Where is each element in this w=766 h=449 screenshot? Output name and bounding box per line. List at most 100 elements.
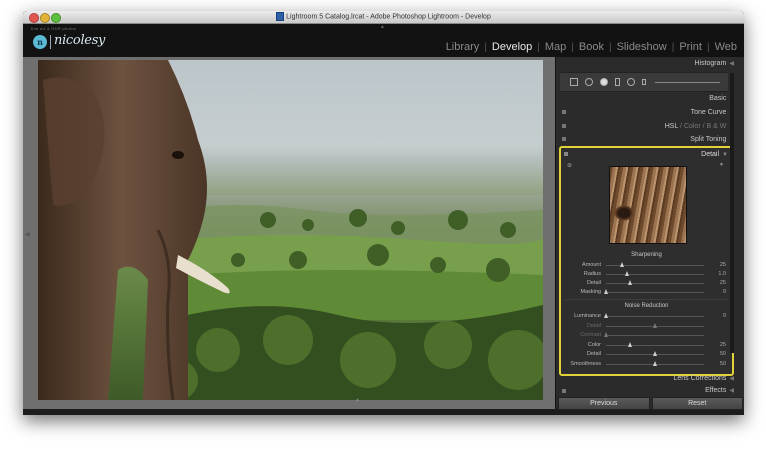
sharpening-slider-thumb[interactable] [628, 280, 632, 285]
adjustment-brush-tool-icon[interactable] [642, 79, 646, 85]
noise_reduction-slider-track[interactable] [606, 316, 704, 317]
sharpening-slider-label: Radius [583, 271, 601, 277]
sharpening-slider-label: Masking [580, 289, 601, 295]
crop-tool-icon[interactable] [570, 78, 578, 86]
module-separator: | [706, 41, 710, 53]
image-work-area [23, 57, 555, 409]
noise_reduction-slider-thumb[interactable] [603, 313, 608, 318]
sharpening-slider-track[interactable] [606, 292, 704, 293]
noise_reduction-slider-track[interactable] [606, 335, 704, 336]
collapse-triangle-icon: ◀ [729, 61, 734, 67]
module-develop[interactable]: Develop [491, 41, 533, 53]
noise_reduction-slider-label: Contrast [580, 332, 601, 338]
noise_reduction-slider-thumb[interactable] [628, 341, 632, 347]
top-panel-toggle-icon[interactable]: ▲ [380, 24, 385, 30]
detail-panel-header[interactable]: Detail ▼ [561, 149, 732, 160]
sharpening-slider-track[interactable] [606, 274, 704, 275]
module-library[interactable]: Library [445, 41, 481, 53]
sharpening-slider-value[interactable]: 0 [723, 288, 726, 296]
sharpening-slider-label: Amount [582, 262, 601, 268]
left-panel-toggle-icon[interactable]: ◀ [25, 231, 30, 238]
noise_reduction-slider-label: Detail [586, 351, 601, 357]
identity-divider [50, 35, 51, 49]
detail-label: Detail [701, 151, 720, 158]
expand-triangle-icon: ▼ [722, 152, 728, 158]
noise_reduction-slider-track[interactable] [606, 344, 704, 346]
noise_reduction-slider-value[interactable]: 50 [720, 350, 726, 358]
panel-switch-icon[interactable] [564, 152, 568, 156]
filmstrip-toggle-icon[interactable]: ▲ [355, 397, 360, 403]
sharpening-slider-track[interactable] [606, 283, 704, 284]
module-separator: | [571, 41, 574, 53]
sharpening-slider-label: Detail [586, 280, 601, 286]
panel-switch-icon[interactable] [562, 124, 566, 128]
tone-curve-panel-header[interactable]: Tone Curve◀ [558, 107, 734, 119]
module-web[interactable]: Web [714, 41, 738, 53]
previous-button[interactable]: Previous [558, 397, 650, 410]
noise_reduction-slider-thumb[interactable] [652, 351, 657, 356]
noise_reduction-slider-thumb[interactable] [603, 332, 608, 337]
noise_reduction-slider-thumb[interactable] [652, 322, 657, 328]
sharpening-slider-row: Detail 25 [561, 279, 732, 287]
sharpening-slider-value[interactable]: 25 [720, 261, 726, 269]
histogram-panel-header[interactable]: Histogram ◀ [558, 58, 734, 70]
sharpening-slider-thumb[interactable] [625, 271, 630, 276]
hsl-tab[interactable]: HSL [665, 123, 678, 130]
panel-switch-icon[interactable] [562, 137, 566, 141]
tone-curve-label: Tone Curve [690, 109, 727, 116]
tool-strip [560, 72, 728, 92]
noise_reduction-slider-row: Detail 50 [561, 350, 732, 358]
noise_reduction-slider-value[interactable]: 25 [720, 341, 726, 349]
module-book[interactable]: Book [578, 41, 605, 53]
histogram-label: Histogram [694, 60, 727, 67]
module-separator: | [671, 41, 675, 53]
sharpening-slider-thumb[interactable] [603, 289, 608, 294]
lens-corrections-panel-header[interactable]: Lens Corrections ◀ [558, 374, 734, 384]
noise_reduction-slider-value[interactable]: 0 [723, 312, 726, 320]
panel-switch-icon[interactable] [562, 110, 566, 114]
identity-tagline: fine art & HDR photos [31, 26, 77, 31]
module-separator: | [537, 41, 540, 53]
collapse-triangle-icon: ◀ [729, 376, 734, 382]
sharpening-slider-value[interactable]: 25 [720, 279, 726, 287]
split-toning-panel-header[interactable]: Split Toning◀ [558, 134, 734, 146]
radial-filter-tool-icon[interactable] [627, 78, 635, 86]
hsl-separator: / [680, 123, 682, 130]
red-eye-tool-icon[interactable] [600, 78, 608, 86]
spot-removal-tool-icon[interactable] [585, 78, 593, 86]
module-print[interactable]: Print [678, 41, 703, 53]
hsl-panel-header[interactable]: HSL / Color / B & W◀ [558, 121, 734, 133]
noise_reduction-slider-row: Smoothness 50 [561, 360, 732, 368]
target-preview-icon[interactable]: ⊕ [567, 162, 572, 169]
basic-label: Basic [709, 95, 727, 102]
reset-button[interactable]: Reset [651, 397, 743, 410]
sharpening-slider-row: Amount 25 [561, 261, 732, 269]
color-tab[interactable]: Color [684, 123, 701, 130]
noise_reduction-slider-value[interactable]: 50 [720, 360, 726, 368]
noise_reduction-slider-thumb[interactable] [652, 360, 657, 366]
lens-corrections-label: Lens Corrections [673, 375, 727, 382]
module-map[interactable]: Map [544, 41, 567, 53]
photo-elephant-landscape[interactable] [38, 60, 543, 400]
panel-switch-icon[interactable] [562, 389, 566, 393]
basic-panel-header[interactable]: Basic◀ [558, 93, 734, 105]
module-slideshow[interactable]: Slideshow [616, 41, 668, 53]
sharpening-slider-row: Masking 0 [561, 288, 732, 296]
noise_reduction-slider-label: Smoothness [570, 360, 601, 367]
split-toning-label: Split Toning [690, 136, 727, 143]
panel-scrollbar[interactable] [730, 73, 734, 353]
detail-panel: Detail ▼ ⊕ ▼ Sharpening Amount 25 Radius 1.0… [559, 146, 734, 376]
noise_reduction-slider-row: Contrast [561, 331, 732, 339]
graduated-filter-tool-icon[interactable] [615, 78, 620, 86]
noise_reduction-slider-label: Detail [586, 322, 601, 329]
identity-logo: n [33, 35, 47, 49]
effects-panel-header[interactable]: Effects ◀ [558, 386, 734, 396]
sharpening-slider-value[interactable]: 1.0 [718, 270, 726, 278]
sharpening-slider-thumb[interactable] [620, 262, 625, 267]
preview-toggle-icon[interactable]: ▼ [719, 162, 724, 168]
bw-tab[interactable]: B & W [707, 123, 727, 130]
tool-amount-slider[interactable] [655, 82, 720, 83]
noise_reduction-slider-label: Luminance [574, 313, 601, 319]
window-title: Lightroom 5 Catalog.lrcat - Adobe Photos… [286, 13, 491, 21]
detail-preview-thumbnail[interactable] [609, 166, 687, 244]
